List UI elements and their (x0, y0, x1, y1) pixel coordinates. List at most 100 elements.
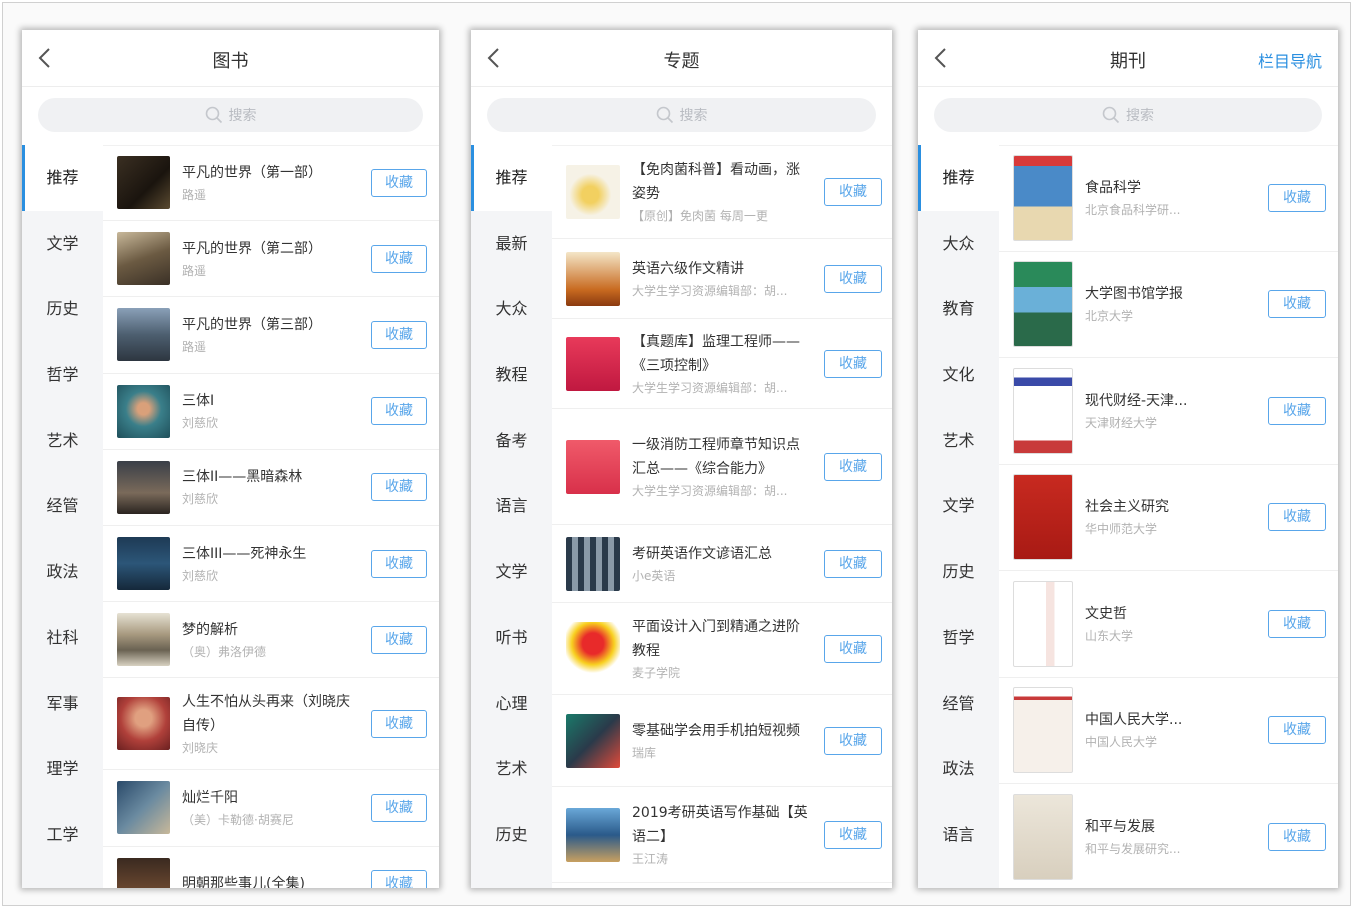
list-item[interactable]: 三体III——死神永生 刘慈欣 收藏 (103, 526, 439, 603)
category-item[interactable]: 听书 (471, 605, 552, 671)
favorite-button[interactable]: 收藏 (824, 549, 882, 578)
category-item[interactable]: 经管 (918, 671, 999, 737)
list-item[interactable]: 三体II——黑暗森林 刘慈欣 收藏 (103, 450, 439, 526)
list-item[interactable]: 灿烂千阳 （美）卡勒德·胡赛尼 收藏 (103, 770, 439, 847)
category-item[interactable]: 教程 (471, 342, 552, 408)
favorite-button[interactable]: 收藏 (824, 820, 882, 849)
list-item[interactable]: 现代财经-天津... 天津财经大学 收藏 (999, 358, 1338, 465)
list-item[interactable]: 平面设计入门到精通之进阶教程 麦子学院 收藏 (552, 603, 892, 695)
list-item[interactable]: 一级消防工程师章节知识点汇总——《综合能力》 大学生学习资源编辑部：胡... 收藏 (552, 409, 892, 525)
category-item[interactable]: 哲学 (22, 342, 103, 408)
category-item[interactable]: 备考 (471, 408, 552, 474)
favorite-button[interactable]: 收藏 (371, 397, 427, 426)
list-item[interactable]: 平凡的世界（第三部） 路遥 收藏 (103, 297, 439, 374)
list-item[interactable]: 中国人民大学... 中国人民大学 收藏 (999, 678, 1338, 784)
favorite-button[interactable]: 收藏 (371, 625, 427, 654)
category-item[interactable]: 历史 (471, 802, 552, 868)
list-item[interactable]: 平凡的世界（第二部） 路遥 收藏 (103, 221, 439, 298)
content-area: 推荐 最新 大众 教程 备考 语言 文学 听书 心理 艺术 历史 【免肉菌科普】… (471, 145, 892, 888)
favorite-button[interactable]: 收藏 (1268, 396, 1326, 425)
category-item[interactable]: 政法 (22, 539, 103, 605)
list-item[interactable]: 2019考研英语写作基础【英语二】 王江涛 收藏 (552, 787, 892, 883)
category-item[interactable]: 文学 (471, 539, 552, 605)
category-item[interactable]: 政法 (918, 736, 999, 802)
search-input[interactable]: 搜索 (487, 98, 876, 132)
list-item[interactable]: 【免肉菌科普】看动画，涨姿势 【原创】免肉菌 每周一更 收藏 (552, 145, 892, 239)
category-item[interactable]: 推荐 (22, 145, 103, 211)
item-publisher: 中国人民大学 (1085, 735, 1158, 750)
book-cover (117, 537, 170, 591)
list-item[interactable]: 梦的解析 （奥）弗洛伊德 收藏 (103, 602, 439, 679)
category-item[interactable]: 文学 (918, 473, 999, 539)
search-input[interactable]: 搜索 (38, 98, 423, 132)
category-item[interactable]: 大众 (918, 211, 999, 277)
favorite-button[interactable]: 收藏 (371, 549, 427, 578)
list-item[interactable]: 社会主义研究 华中师范大学 收藏 (999, 465, 1338, 571)
list-item[interactable]: 大学图书馆学报 北京大学 收藏 (999, 252, 1338, 358)
category-item[interactable]: 语言 (918, 802, 999, 868)
list-item[interactable]: 【真题库】监理工程师——《三项控制》 大学生学习资源编辑部：胡... 收藏 (552, 319, 892, 409)
favorite-button[interactable]: 收藏 (1268, 290, 1326, 319)
item-publisher: 北京食品科学研... (1085, 202, 1181, 217)
list-item[interactable]: 和平与发展 和平与发展研究... 收藏 (999, 784, 1338, 888)
search-input[interactable]: 搜索 (934, 98, 1322, 132)
favorite-button[interactable]: 收藏 (824, 452, 882, 481)
category-item[interactable]: 文化 (918, 342, 999, 408)
item-title: 食品科学 (1085, 179, 1141, 196)
list-item[interactable]: 人生不怕从头再来（刘晓庆自传） 刘晓庆 收藏 (103, 678, 439, 771)
favorite-button[interactable]: 收藏 (1268, 503, 1326, 532)
favorite-button[interactable]: 收藏 (824, 726, 882, 755)
list-item[interactable]: 零基础学会用手机拍短视频 瑞库 收藏 (552, 695, 892, 787)
content-area: 推荐 大众 教育 文化 艺术 文学 历史 哲学 经管 政法 语言 食品科学北京食… (918, 145, 1338, 888)
category-item[interactable]: 推荐 (471, 145, 552, 211)
favorite-button[interactable]: 收藏 (824, 264, 882, 293)
category-item[interactable]: 教育 (918, 276, 999, 342)
list-item[interactable]: 考研英语作文谚语汇总 小e英语 收藏 (552, 525, 892, 603)
category-item[interactable]: 军事 (22, 671, 103, 737)
category-item[interactable]: 心理 (471, 671, 552, 737)
category-item[interactable]: 推荐 (918, 145, 999, 211)
category-item[interactable]: 工学 (22, 802, 103, 868)
list-item[interactable]: 文史哲 山东大学 收藏 (999, 571, 1338, 678)
column-navigation-link[interactable]: 栏目导航 (1258, 48, 1322, 72)
category-item[interactable]: 经管 (22, 473, 103, 539)
favorite-button[interactable]: 收藏 (371, 244, 427, 273)
category-item[interactable]: 语言 (471, 473, 552, 539)
favorite-button[interactable]: 收藏 (371, 709, 427, 738)
list-item[interactable]: 食品科学北京食品科学研... 收藏 (999, 145, 1338, 252)
list-item[interactable]: 平凡的世界（第一部） 路遥 收藏 (103, 145, 439, 222)
category-item[interactable]: 哲学 (918, 605, 999, 671)
favorite-button[interactable]: 收藏 (1268, 822, 1326, 851)
favorite-button[interactable]: 收藏 (371, 320, 427, 349)
item-title: 社会主义研究 (1085, 499, 1169, 516)
favorite-button[interactable]: 收藏 (1268, 183, 1326, 212)
favorite-button[interactable]: 收藏 (371, 793, 427, 822)
category-item[interactable]: 艺术 (471, 736, 552, 802)
favorite-button[interactable]: 收藏 (824, 349, 882, 378)
list-item[interactable]: 三体I 刘慈欣 收藏 (103, 374, 439, 450)
favorite-button[interactable]: 收藏 (371, 473, 427, 502)
category-item[interactable]: 大众 (471, 276, 552, 342)
item-title: 三体II——黑暗森林 (182, 469, 303, 486)
category-item[interactable]: 历史 (918, 539, 999, 605)
category-item[interactable]: 文学 (22, 211, 103, 277)
favorite-button[interactable]: 收藏 (824, 634, 882, 663)
favorite-button[interactable]: 收藏 (1268, 716, 1326, 745)
category-item[interactable]: 理学 (22, 736, 103, 802)
book-cover (117, 308, 170, 362)
topic-cover (566, 439, 620, 494)
journal-cover (1013, 580, 1073, 667)
search-bar: 搜索 (471, 87, 892, 146)
favorite-button[interactable]: 收藏 (1268, 609, 1326, 638)
list-item[interactable]: 英语六级作文精讲 大学生学习资源编辑部：胡... 收藏 (552, 239, 892, 319)
category-item[interactable]: 历史 (22, 276, 103, 342)
list-item[interactable]: 明朝那些事儿(全集) 收藏 (103, 847, 439, 888)
category-item[interactable]: 艺术 (22, 408, 103, 474)
favorite-button[interactable]: 收藏 (371, 870, 427, 888)
category-item[interactable]: 社科 (22, 605, 103, 671)
category-sidebar: 推荐 文学 历史 哲学 艺术 经管 政法 社科 军事 理学 工学 (22, 145, 103, 888)
category-item[interactable]: 艺术 (918, 408, 999, 474)
favorite-button[interactable]: 收藏 (371, 168, 427, 197)
favorite-button[interactable]: 收藏 (824, 177, 882, 206)
category-item[interactable]: 最新 (471, 211, 552, 277)
